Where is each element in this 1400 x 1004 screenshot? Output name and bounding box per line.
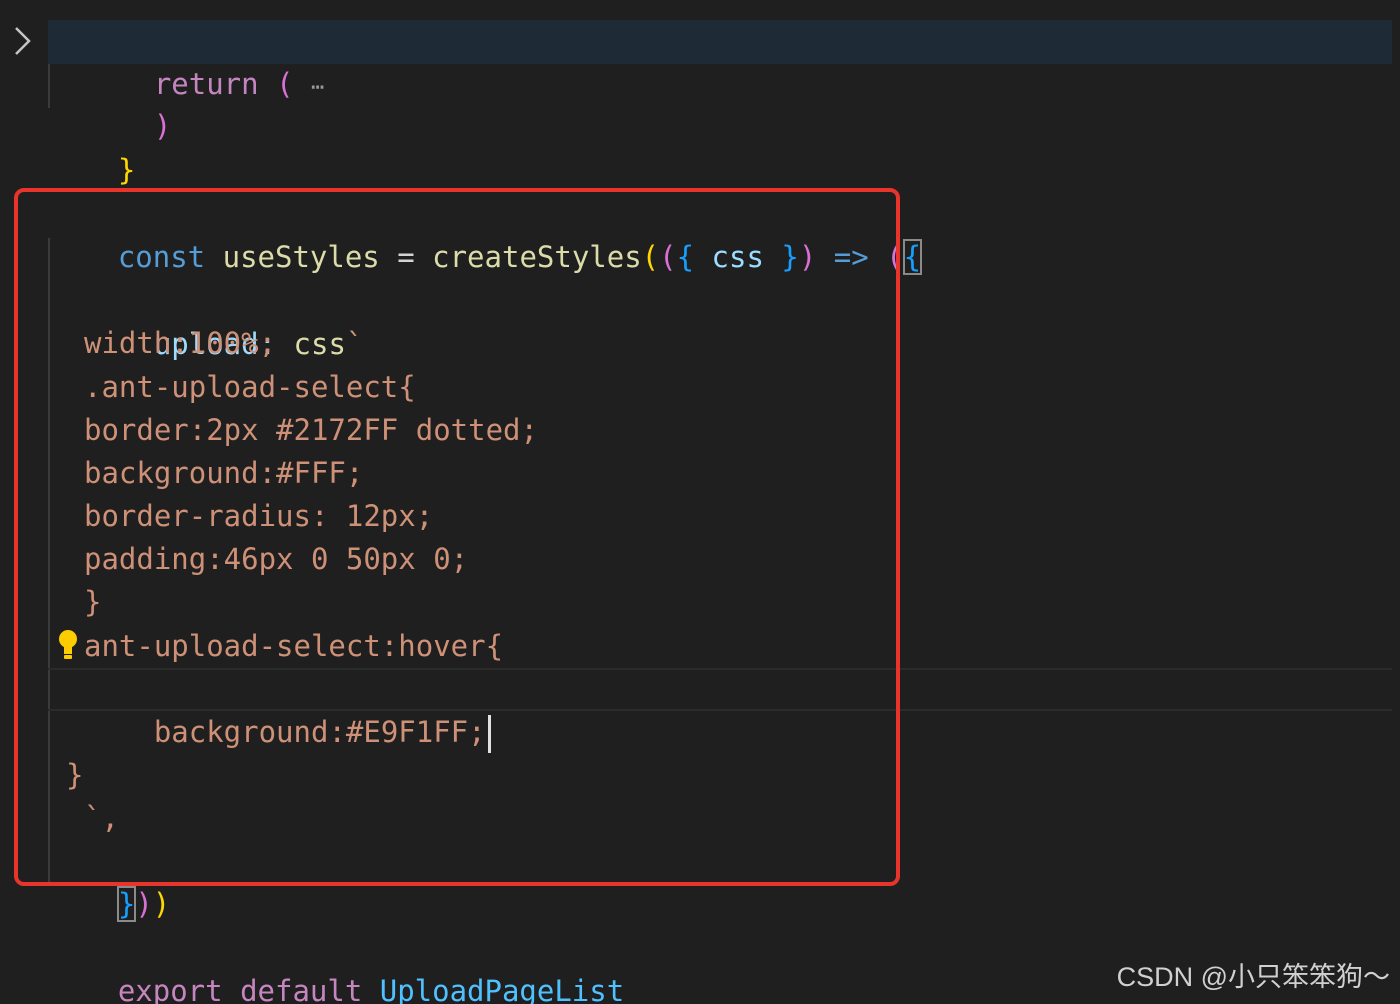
code-line-export[interactable]: export default UploadPageList <box>48 927 624 1004</box>
code-line-close-brace[interactable]: } <box>48 106 135 187</box>
code-line-return[interactable]: return ( ⋯ <box>84 20 324 101</box>
paren: ) <box>152 887 171 921</box>
paren: ) <box>153 109 172 143</box>
paren: ) <box>135 887 153 921</box>
brace: } <box>117 153 136 187</box>
indent-guide <box>48 64 50 108</box>
matched-brace: { <box>902 239 923 275</box>
chevron-right-icon[interactable] <box>12 24 34 58</box>
red-annotation-box <box>14 188 900 886</box>
code-editor[interactable]: return ( ⋯ ) } const useStyles = createS… <box>0 0 1400 1004</box>
code-line-close-paren[interactable]: ) <box>84 62 171 143</box>
paren: ( <box>258 67 294 101</box>
keyword-default: default <box>222 974 380 1004</box>
fold-ellipsis-button[interactable]: ⋯ <box>311 75 324 100</box>
watermark: CSDN @小只笨笨狗～ <box>1116 962 1390 992</box>
matched-brace: } <box>116 886 137 922</box>
component-name: UploadPageList <box>379 974 625 1004</box>
keyword-export: export <box>117 974 223 1004</box>
